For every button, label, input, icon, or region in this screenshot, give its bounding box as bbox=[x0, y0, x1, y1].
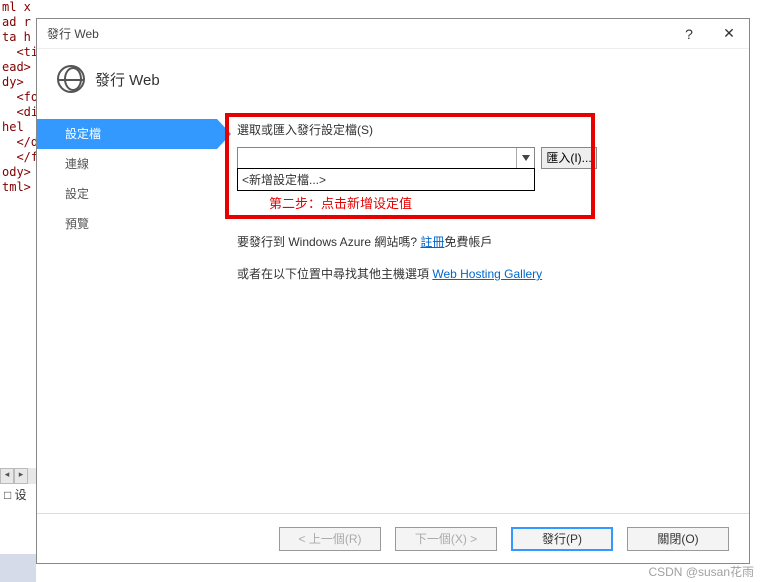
profile-combobox[interactable] bbox=[237, 147, 535, 169]
close-window-button[interactable]: ✕ bbox=[709, 19, 749, 49]
azure-text: 要發行到 Windows Azure 網站嗎? 註冊免費帳戶 bbox=[237, 233, 492, 250]
window-title: 發行 Web bbox=[47, 25, 669, 42]
sidebar-item-preview[interactable]: 預覽 bbox=[37, 209, 217, 239]
close-button[interactable]: 關閉(O) bbox=[627, 527, 729, 551]
gallery-text: 或者在以下位置中尋找其他主機選項 Web Hosting Gallery bbox=[237, 265, 542, 282]
prev-button[interactable]: < 上一個(R) bbox=[279, 527, 381, 551]
dialog-footer: < 上一個(R) 下一個(X) > 發行(P) 關閉(O) bbox=[37, 513, 749, 563]
background-scrollbar: ◂▸ bbox=[0, 468, 36, 484]
profile-dropdown: <新增設定檔...> bbox=[237, 168, 535, 191]
publish-button[interactable]: 發行(P) bbox=[511, 527, 613, 551]
sidebar-item-settings[interactable]: 設定 bbox=[37, 179, 217, 209]
web-hosting-gallery-link[interactable]: Web Hosting Gallery bbox=[432, 267, 542, 281]
publish-web-dialog: 發行 Web ? ✕ 發行 Web 設定檔 連線 設定 預覽 選取或匯入發行設定… bbox=[36, 18, 750, 564]
dialog-title: 發行 Web bbox=[95, 69, 160, 90]
help-button[interactable]: ? bbox=[669, 19, 709, 49]
chevron-down-icon[interactable] bbox=[516, 148, 534, 168]
azure-register-link[interactable]: 註冊 bbox=[420, 235, 444, 249]
next-button[interactable]: 下一個(X) > bbox=[395, 527, 497, 551]
profile-combobox-value bbox=[238, 148, 516, 168]
wizard-main: 選取或匯入發行設定檔(S) <新增設定檔...> 匯入(I)... 第二步：点击… bbox=[217, 113, 749, 513]
titlebar: 發行 Web ? ✕ bbox=[37, 19, 749, 49]
background-statusbar bbox=[0, 554, 36, 582]
watermark: CSDN @susan花雨 bbox=[648, 563, 754, 580]
sidebar-item-connection[interactable]: 連線 bbox=[37, 149, 217, 179]
wizard-sidebar: 設定檔 連線 設定 預覽 bbox=[37, 113, 217, 513]
dropdown-option-new-profile[interactable]: <新增設定檔...> bbox=[238, 169, 534, 190]
sidebar-item-profile[interactable]: 設定檔 bbox=[37, 119, 217, 149]
import-button[interactable]: 匯入(I)... bbox=[541, 147, 597, 169]
dialog-body: 設定檔 連線 設定 預覽 選取或匯入發行設定檔(S) <新增設定檔...> 匯入… bbox=[37, 113, 749, 513]
profile-select-label: 選取或匯入發行設定檔(S) bbox=[237, 121, 373, 138]
annotation-step2: 第二步：点击新增设定值 bbox=[269, 193, 412, 212]
dialog-header: 發行 Web bbox=[37, 49, 749, 113]
background-tab: □ 设 bbox=[4, 486, 27, 503]
globe-icon bbox=[57, 65, 85, 93]
